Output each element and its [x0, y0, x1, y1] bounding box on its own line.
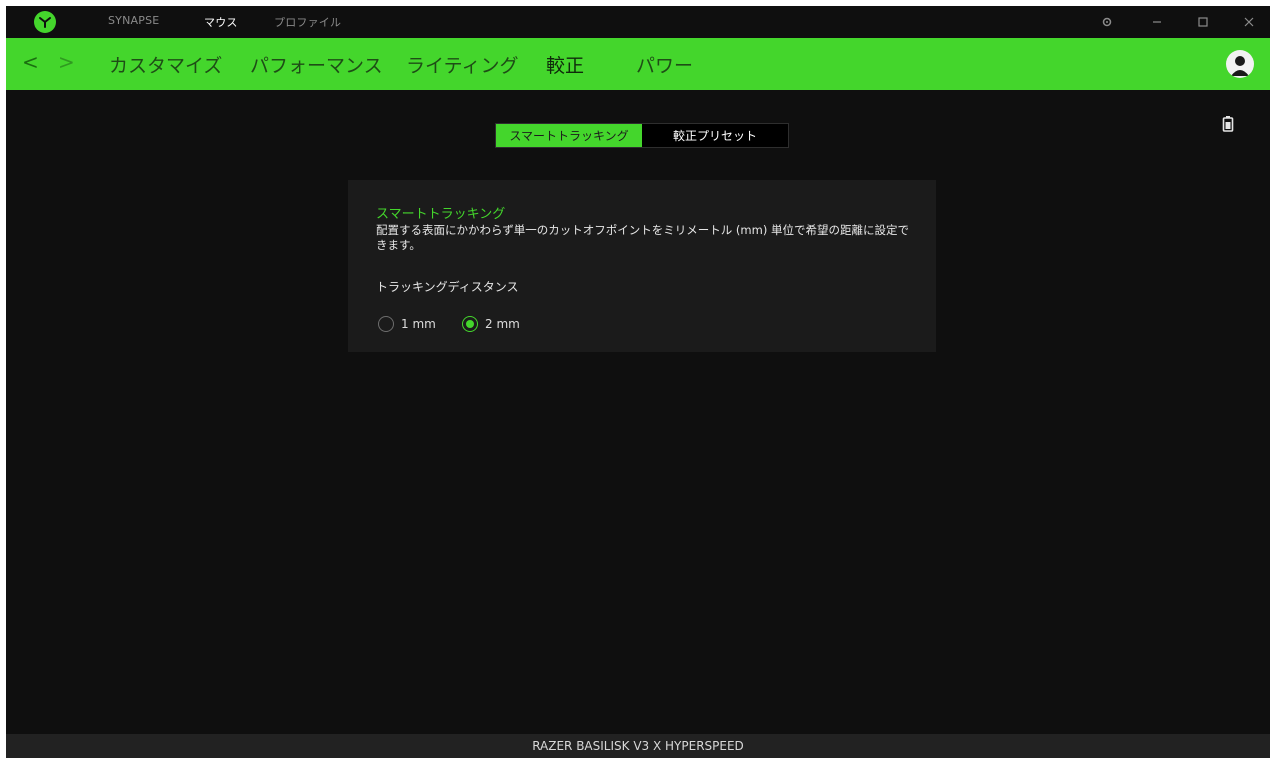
battery-icon [1221, 115, 1235, 133]
settings-gear-icon[interactable] [1096, 12, 1118, 32]
radio-1mm[interactable]: 1 mm [378, 316, 436, 332]
radio-2mm[interactable]: 2 mm [462, 316, 520, 332]
tab-lighting[interactable]: ライティング [406, 51, 518, 78]
back-arrow-icon[interactable]: < [22, 50, 39, 74]
tab-performance[interactable]: パフォーマンス [250, 51, 383, 78]
device-status-bar: RAZER BASILISK V3 X HYPERSPEED [6, 734, 1270, 758]
tab-calibration[interactable]: 較正 [546, 51, 584, 78]
top-tab-profiles[interactable]: プロファイル [274, 14, 341, 30]
close-icon[interactable] [1238, 12, 1260, 32]
smart-tracking-panel: スマートトラッキング 配置する表面にかかわらず単一のカットオフポイントをミリメー… [348, 180, 936, 352]
tab-calibration-presets[interactable]: 較正プリセット [642, 124, 788, 147]
radio-checked-icon[interactable] [462, 316, 478, 332]
tab-smart-tracking[interactable]: スマートトラッキング [496, 124, 642, 147]
top-tab-mouse[interactable]: マウス [204, 14, 238, 30]
tab-customize[interactable]: カスタマイズ [109, 51, 222, 78]
tracking-distance-label: トラッキングディスタンス [376, 280, 519, 294]
panel-description: 配置する表面にかかわらず単一のカットオフポイントをミリメートル (mm) 単位で… [376, 223, 909, 252]
section-nav-bar: < > カスタマイズ パフォーマンス ライティング 較正 パワー [6, 38, 1270, 90]
synapse-window: SYNAPSE マウス プロファイル < > カスタマイズ パフォーマンス ライ… [6, 6, 1270, 758]
forward-arrow-icon[interactable]: > [58, 50, 75, 74]
calibration-mode-tabs: スマートトラッキング 較正プリセット [495, 123, 789, 148]
user-avatar-icon[interactable] [1226, 50, 1254, 78]
radio-label: 2 mm [485, 317, 520, 331]
razer-logo-icon[interactable] [34, 11, 56, 33]
radio-unchecked-icon[interactable] [378, 316, 394, 332]
tab-power[interactable]: パワー [636, 51, 693, 78]
device-name: RAZER BASILISK V3 X HYPERSPEED [532, 739, 744, 753]
top-tab-synapse[interactable]: SYNAPSE [108, 14, 159, 27]
title-bar: SYNAPSE マウス プロファイル [6, 6, 1270, 38]
panel-title: スマートトラッキング [376, 207, 506, 222]
minimize-icon[interactable] [1146, 12, 1168, 32]
maximize-icon[interactable] [1192, 12, 1214, 32]
radio-label: 1 mm [401, 317, 436, 331]
